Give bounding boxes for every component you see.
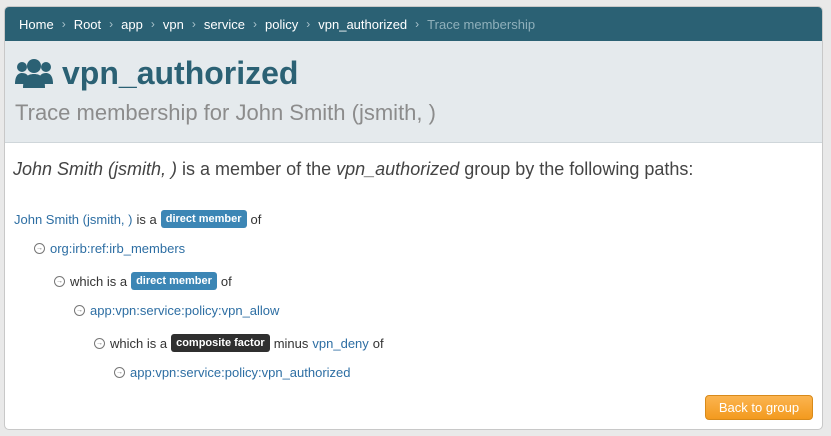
- breadcrumb-home[interactable]: Home: [19, 17, 54, 32]
- arrow-right-circle-icon: →: [94, 337, 105, 349]
- main-panel: Home › Root › app › vpn › service › poli…: [4, 6, 823, 430]
- page-subtitle: Trace membership for John Smith (jsmith,…: [15, 100, 436, 125]
- stem-link-app[interactable]: app: [90, 303, 112, 318]
- group-link-vpn-deny[interactable]: vpn_deny: [312, 336, 368, 351]
- summary-text: is a member of the: [177, 159, 337, 179]
- direct-member-badge: direct member: [131, 272, 217, 290]
- breadcrumb-separator: ›: [109, 17, 114, 31]
- breadcrumb-separator: ›: [61, 17, 66, 31]
- arrow-right-circle-icon: →: [34, 243, 45, 254]
- back-to-group-button[interactable]: Back to group: [705, 395, 813, 420]
- stem-link-ref[interactable]: ref: [91, 241, 106, 256]
- users-icon: [15, 58, 53, 88]
- stem-link-org[interactable]: org: [50, 241, 69, 256]
- path-text: is a: [136, 211, 157, 227]
- group-link-vpn-authorized[interactable]: vpn_authorized: [262, 365, 351, 380]
- breadcrumb-policy[interactable]: policy: [265, 17, 298, 32]
- path-row-member: John Smith (jsmith, ) is a direct member…: [14, 210, 261, 228]
- path-text: of: [250, 211, 262, 227]
- member-link[interactable]: John Smith (jsmith, ): [14, 212, 132, 227]
- stem-link-irb[interactable]: irb: [72, 241, 86, 256]
- path-row-group: → app : vpn : service : policy : vpn_all…: [74, 303, 279, 318]
- path-row-group: → org : irb : ref : irb_members: [34, 241, 185, 256]
- path-row-group: → app : vpn : service : policy : vpn_aut…: [114, 365, 351, 380]
- breadcrumb-app[interactable]: app: [121, 17, 143, 32]
- composite-factor-badge: composite factor: [171, 334, 270, 352]
- path-row-composite: → which is a composite factor minus vpn_…: [94, 334, 384, 352]
- stem-link-app[interactable]: app: [130, 365, 152, 380]
- page-title: vpn_authorized: [62, 55, 299, 91]
- page-header: vpn_authorized Trace membership for John…: [5, 41, 822, 143]
- summary-group: vpn_authorized: [336, 159, 460, 179]
- direct-member-badge: direct member: [160, 210, 247, 228]
- stem-link-vpn[interactable]: vpn: [155, 365, 176, 380]
- path-text: of: [372, 335, 384, 351]
- arrow-right-circle-icon: →: [114, 367, 125, 378]
- group-link-vpn-allow[interactable]: vpn_allow: [222, 303, 280, 318]
- arrow-right-circle-icon: →: [74, 305, 85, 316]
- breadcrumb: Home › Root › app › vpn › service › poli…: [5, 7, 822, 41]
- breadcrumb-separator: ›: [253, 17, 258, 31]
- breadcrumb-vpn-authorized[interactable]: vpn_authorized: [318, 17, 407, 32]
- path-text: minus: [273, 335, 309, 351]
- title-row: vpn_authorized: [15, 55, 298, 91]
- breadcrumb-current: Trace membership: [427, 16, 536, 32]
- breadcrumb-separator: ›: [415, 17, 420, 31]
- stem-link-policy[interactable]: policy: [225, 365, 258, 380]
- content: John Smith (jsmith, ) is a member of the…: [5, 143, 822, 429]
- stem-link-service[interactable]: service: [180, 365, 221, 380]
- stem-link-policy[interactable]: policy: [185, 303, 218, 318]
- group-link-irb-members[interactable]: irb_members: [109, 241, 185, 256]
- summary-member: John Smith (jsmith, ): [13, 159, 178, 179]
- stem-link-vpn[interactable]: vpn: [115, 303, 136, 318]
- path-text: which is a: [70, 273, 128, 289]
- summary-text-end: group by the following paths:: [459, 159, 694, 179]
- breadcrumb-separator: ›: [191, 17, 196, 31]
- breadcrumb-separator: ›: [306, 17, 311, 31]
- breadcrumb-separator: ›: [150, 17, 155, 31]
- path-row-member: → which is a direct member of: [54, 272, 232, 290]
- arrow-right-circle-icon: →: [54, 275, 65, 287]
- breadcrumb-service[interactable]: service: [204, 17, 245, 32]
- breadcrumb-vpn[interactable]: vpn: [163, 17, 184, 32]
- path-text: of: [220, 273, 232, 289]
- path-text: which is a: [110, 335, 168, 351]
- stem-link-service[interactable]: service: [140, 303, 181, 318]
- membership-summary: John Smith (jsmith, ) is a member of the…: [13, 159, 693, 180]
- breadcrumb-root[interactable]: Root: [74, 17, 101, 32]
